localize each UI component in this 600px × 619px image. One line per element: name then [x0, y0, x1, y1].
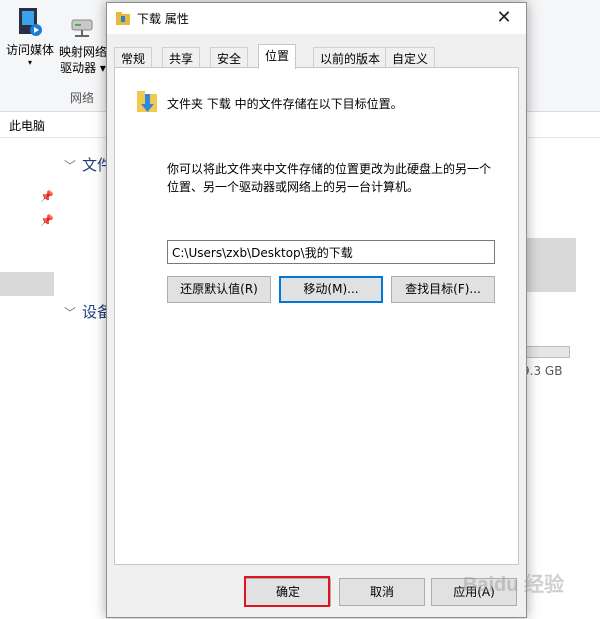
address-text: 此电脑 — [9, 119, 46, 133]
tab-location[interactable]: 位置 — [258, 44, 297, 69]
tab-customize[interactable]: 自定义 — [385, 47, 436, 68]
tab-label: 以前的版本 — [320, 52, 381, 66]
watermark: Baidu 经验 — [462, 574, 564, 596]
network-drive-icon — [71, 19, 93, 37]
pin-icon[interactable]: 📌 — [40, 190, 54, 203]
tab-label: 常规 — [121, 52, 146, 66]
location-panel: 文件夹 下载 中的文件存储在以下目标位置。 你可以将此文件夹中文件存储的位置更改… — [114, 67, 519, 565]
map-network-label-line2: 驱动器 ▾ — [60, 61, 106, 75]
location-path-value: C:\Users\zxb\Desktop\我的下载 — [172, 246, 353, 260]
tab-label: 位置 — [265, 49, 290, 63]
media-icon — [19, 8, 42, 36]
map-network-drive-button[interactable]: 映射网络 驱动器 ▾ — [58, 14, 108, 76]
chevron-down-icon: ﹀ — [64, 306, 77, 320]
folder-icon — [116, 12, 130, 25]
chevron-down-icon: ﹀ — [64, 159, 77, 173]
tab-sharing[interactable]: 共享 — [162, 47, 201, 68]
restore-default-button[interactable]: 还原默认值(R) — [167, 276, 271, 303]
access-media-label: 访问媒体 — [5, 43, 54, 57]
tab-general[interactable]: 常规 — [114, 47, 153, 68]
location-description: 你可以将此文件夹中文件存储的位置更改为此硬盘上的另一个 位置、另一个驱动器或网络… — [167, 160, 507, 196]
dialog-title: 下载 属性 — [137, 12, 189, 26]
description-line: 位置、另一个驱动器或网络上的另一台计算机。 — [167, 180, 420, 194]
ribbon-group-network: 网络 — [70, 91, 95, 105]
close-button[interactable]: ✕ — [482, 3, 526, 34]
title-bar[interactable]: 下载 属性 ✕ — [107, 3, 526, 34]
tab-label: 自定义 — [392, 52, 429, 66]
chevron-down-icon: ▾ — [27, 58, 32, 67]
move-button[interactable]: 移动(M)... — [279, 276, 383, 303]
tab-security[interactable]: 安全 — [210, 47, 249, 68]
tab-label: 安全 — [217, 52, 242, 66]
find-target-button[interactable]: 查找目标(F)... — [391, 276, 495, 303]
cancel-button[interactable]: 取消 — [339, 578, 425, 606]
tab-previous-versions[interactable]: 以前的版本 — [313, 47, 388, 68]
ok-button-highlight — [244, 576, 330, 607]
location-intro-text: 文件夹 下载 中的文件存储在以下目标位置。 — [167, 97, 403, 111]
access-media-button[interactable]: 访问媒体 ▾ — [4, 6, 56, 68]
section-folders[interactable]: ﹀ 文件 — [64, 154, 112, 175]
pin-icon[interactable]: 📌 — [40, 214, 54, 227]
location-path-input[interactable]: C:\Users\zxb\Desktop\我的下载 — [167, 240, 495, 264]
description-line: 你可以将此文件夹中文件存储的位置更改为此硬盘上的另一个 — [167, 162, 492, 176]
nav-selected-item[interactable] — [0, 272, 54, 296]
download-folder-icon — [137, 91, 157, 112]
section-devices[interactable]: ﹀ 设备 — [64, 301, 112, 322]
map-network-label: 映射网络 — [58, 45, 107, 59]
close-icon: ✕ — [496, 7, 512, 28]
properties-dialog: 下载 属性 ✕ 常规 共享 安全 位置 以前的版本 自定义 文件夹 下载 中的文… — [106, 2, 527, 618]
tab-label: 共享 — [169, 52, 194, 66]
disk-free-text: 9.3 GB — [522, 364, 563, 378]
